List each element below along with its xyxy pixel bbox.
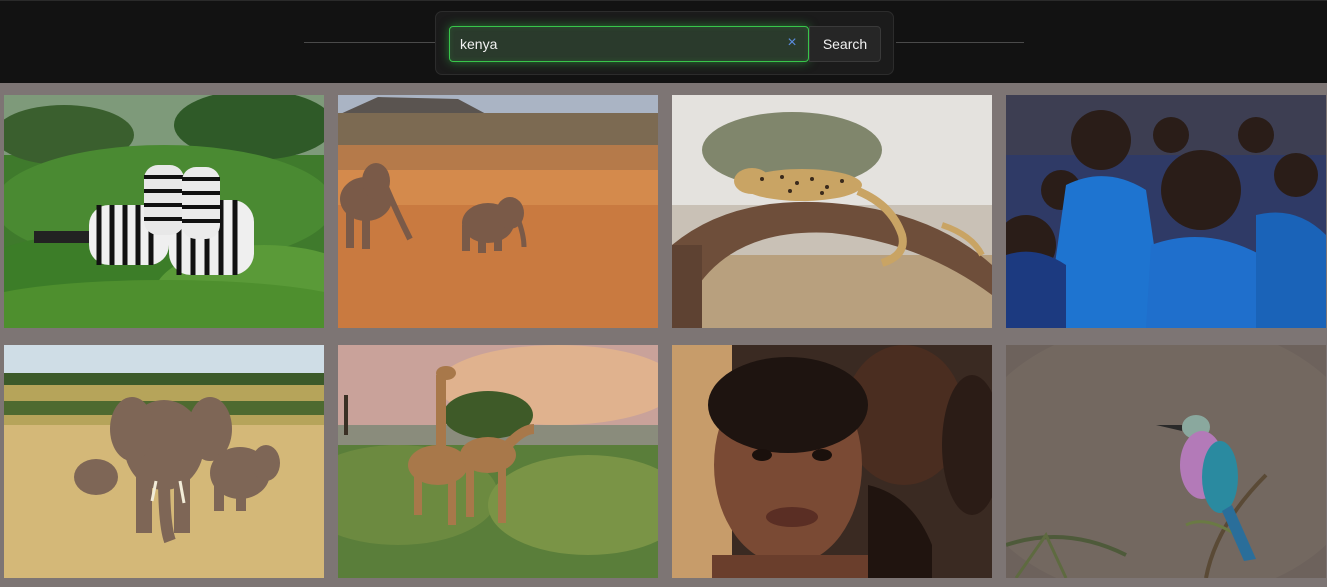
clear-icon[interactable]: × — [784, 35, 800, 51]
search-bar: × Search — [435, 11, 894, 75]
leopard-on-branch-image[interactable] — [672, 95, 992, 328]
search-input[interactable] — [449, 26, 809, 62]
divider-right — [896, 42, 1024, 43]
search-button[interactable]: Search — [809, 26, 881, 62]
giraffes-image[interactable] — [338, 345, 658, 578]
elephants-running-image[interactable] — [338, 95, 658, 328]
lilac-breasted-roller-image[interactable] — [1006, 345, 1326, 578]
schoolchildren-image[interactable] — [1006, 95, 1326, 328]
child-portrait-image[interactable] — [672, 345, 992, 578]
divider-left — [304, 42, 436, 43]
zebras-image[interactable] — [4, 95, 324, 328]
elephant-herd-image[interactable] — [4, 345, 324, 578]
top-bar: × Search — [0, 0, 1327, 83]
